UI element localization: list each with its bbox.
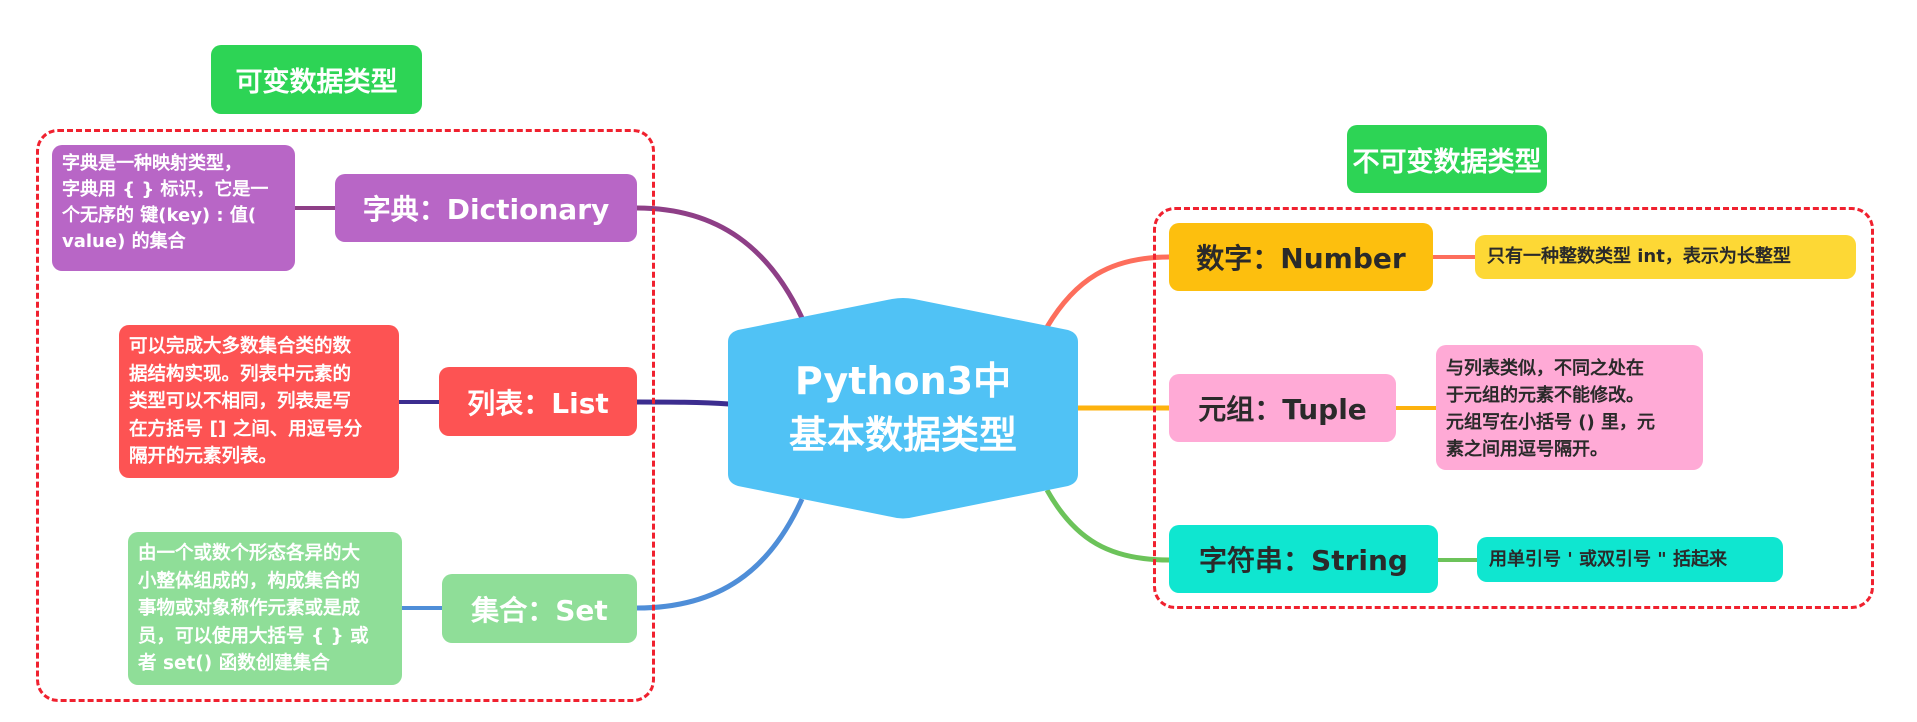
- desc-line: 类型可以不相同，列表是写: [129, 391, 352, 412]
- desc-line: 字典用 { } 标识，它是一: [62, 179, 269, 200]
- desc-line: 与列表类似，不同之处在: [1446, 358, 1644, 379]
- desc-line: 者 set() 函数创建集合: [138, 653, 330, 674]
- list-node[interactable]: 列表：List: [439, 367, 637, 436]
- mutable-group-label[interactable]: 可变数据类型: [211, 45, 422, 114]
- desc-line: 可以完成大多数集合类的数: [129, 336, 352, 357]
- central-topic[interactable]: Python3中 基本数据类型: [728, 296, 1078, 520]
- desc-line: 元组写在小括号 () 里，元: [1446, 412, 1655, 433]
- set-description[interactable]: 由一个或数个形态各异的大 小整体组成的，构成集合的 事物或对象称作元素或是成 员…: [128, 532, 402, 685]
- tuple-node[interactable]: 元组：Tuple: [1169, 374, 1396, 442]
- desc-line: 素之间用逗号隔开。: [1446, 439, 1608, 460]
- desc-line: 小整体组成的，构成集合的: [138, 570, 361, 592]
- desc-line: 事物或对象称作元素或是成: [138, 598, 361, 619]
- number-description[interactable]: 只有一种整数类型 int，表示为长整型: [1475, 235, 1856, 279]
- desc-line: 由一个或数个形态各异的大: [138, 543, 361, 564]
- number-node[interactable]: 数字：Number: [1169, 223, 1433, 291]
- desc-line: 只有一种整数类型 int，表示为长整型: [1487, 246, 1791, 267]
- central-topic-line1: Python3中: [794, 359, 1012, 403]
- desc-line: 字典是一种映射类型，: [62, 153, 242, 174]
- desc-line: 于元组的元素不能修改。: [1446, 385, 1644, 406]
- desc-line: 在方括号 [] 之间、用逗号分: [129, 418, 363, 440]
- string-description[interactable]: 用单引号 ' 或双引号 " 括起来: [1477, 537, 1783, 582]
- desc-line: 个无序的 键(key) : 值(: [62, 205, 257, 226]
- set-node[interactable]: 集合：Set: [442, 574, 637, 643]
- central-topic-line2: 基本数据类型: [788, 413, 1017, 457]
- list-description[interactable]: 可以完成大多数集合类的数 据结构实现。列表中元素的 类型可以不相同，列表是写 在…: [119, 325, 399, 478]
- tuple-description[interactable]: 与列表类似，不同之处在 于元组的元素不能修改。 元组写在小括号 () 里，元 素…: [1436, 345, 1703, 470]
- dictionary-description[interactable]: 字典是一种映射类型， 字典用 { } 标识，它是一 个无序的 键(key) : …: [52, 145, 295, 271]
- desc-line: 用单引号 ' 或双引号 " 括起来: [1489, 548, 1727, 570]
- desc-line: 据结构实现。列表中元素的: [129, 363, 352, 385]
- immutable-group-label[interactable]: 不可变数据类型: [1347, 125, 1547, 193]
- desc-line: value) 的集合: [62, 231, 186, 252]
- dictionary-node[interactable]: 字典：Dictionary: [335, 174, 637, 242]
- desc-line: 隔开的元素列表。: [129, 446, 278, 467]
- desc-line: 员，可以使用大括号 { } 或: [138, 625, 369, 647]
- string-node[interactable]: 字符串：String: [1169, 525, 1438, 593]
